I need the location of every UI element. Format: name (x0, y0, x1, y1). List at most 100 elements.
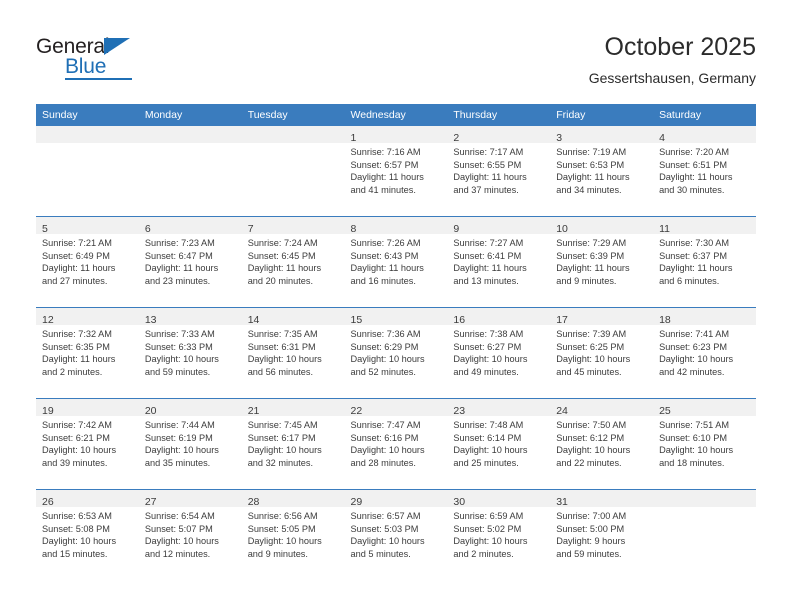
daylight-text-line2: and 59 minutes. (556, 548, 622, 559)
day-details: Sunrise: 7:17 AM Sunset: 6:55 PM Daylight:… (447, 143, 550, 196)
general-blue-logo: General Blue (36, 36, 166, 84)
day-number: 25 (659, 405, 671, 417)
day-number: 7 (247, 223, 254, 235)
daylight-text-line1: Daylight: 11 hours (350, 172, 424, 183)
calendar-day-content: 24 Sunrise: 7:50 AM Sunset: 6:12 PM Dayligh… (550, 399, 654, 489)
calendar-day-cell[interactable]: 26 Sunrise: 6:53 AM Sunset: 5:08 PM Dayligh… (36, 489, 139, 580)
calendar-day-cell[interactable] (241, 126, 345, 217)
day-details: Sunrise: 7:30 AM Sunset: 6:37 PM Daylight:… (653, 234, 756, 287)
day-number: 4 (659, 132, 665, 144)
calendar-day-cell[interactable]: 5 Sunrise: 7:21 AM Sunset: 6:49 PM Daylight… (36, 216, 139, 308)
calendar-day-content: 14 Sunrise: 7:35 AM Sunset: 6:31 PM Dayligh… (241, 308, 345, 398)
calendar-day-cell[interactable]: 22 Sunrise: 7:47 AM Sunset: 6:16 PM Dayligh… (344, 398, 448, 490)
calendar-day-cell[interactable]: 28 Sunrise: 6:56 AM Sunset: 5:05 PM Dayligh… (241, 489, 345, 580)
calendar-day-cell[interactable]: 1 Sunrise: 7:16 AM Sunset: 6:57 PM Daylight… (344, 126, 448, 217)
daylight-text-line1: Daylight: 11 hours (659, 172, 733, 183)
calendar-day-cell[interactable]: 30 Sunrise: 6:59 AM Sunset: 5:02 PM Dayligh… (447, 489, 551, 580)
daylight-text-line1: Daylight: 11 hours (659, 263, 733, 274)
daylight-text-line2: and 25 minutes. (453, 457, 519, 468)
calendar-day-cell[interactable]: 4 Sunrise: 7:20 AM Sunset: 6:51 PM Daylight… (653, 126, 756, 217)
calendar-day-cell[interactable]: 21 Sunrise: 7:45 AM Sunset: 6:17 PM Dayligh… (241, 398, 345, 490)
day-details: Sunrise: 7:29 AM Sunset: 6:39 PM Daylight:… (550, 234, 653, 287)
calendar-day-cell[interactable]: 10 Sunrise: 7:29 AM Sunset: 6:39 PM Dayligh… (550, 216, 654, 308)
day-number-band: 14 (241, 308, 345, 326)
calendar-day-content: 15 Sunrise: 7:36 AM Sunset: 6:29 PM Dayligh… (344, 308, 448, 398)
calendar-day-cell[interactable] (653, 489, 756, 580)
calendar-day-cell[interactable]: 31 Sunrise: 7:00 AM Sunset: 5:00 PM Dayligh… (550, 489, 654, 580)
daylight-text-line1: Daylight: 10 hours (453, 354, 528, 365)
sunset-text: Sunset: 6:10 PM (659, 432, 727, 443)
day-number: 21 (247, 405, 260, 417)
calendar-day-cell[interactable]: 20 Sunrise: 7:44 AM Sunset: 6:19 PM Dayligh… (138, 398, 242, 490)
calendar-day-content: 18 Sunrise: 7:41 AM Sunset: 6:23 PM Dayligh… (653, 308, 756, 398)
calendar-day-cell[interactable]: 14 Sunrise: 7:35 AM Sunset: 6:31 PM Dayligh… (241, 307, 345, 399)
calendar-day-cell[interactable]: 24 Sunrise: 7:50 AM Sunset: 6:12 PM Dayligh… (550, 398, 654, 490)
calendar-day-cell[interactable]: 6 Sunrise: 7:23 AM Sunset: 6:47 PM Daylight… (138, 216, 242, 308)
calendar-day-cell[interactable]: 25 Sunrise: 7:51 AM Sunset: 6:10 PM Dayligh… (653, 398, 756, 490)
calendar-day-cell[interactable]: 18 Sunrise: 7:41 AM Sunset: 6:23 PM Dayligh… (653, 307, 756, 399)
calendar-day-cell[interactable]: 29 Sunrise: 6:57 AM Sunset: 5:03 PM Dayligh… (344, 489, 448, 580)
sunset-text: Sunset: 6:55 PM (453, 159, 522, 170)
calendar-week-row: 19 Sunrise: 7:42 AM Sunset: 6:21 PM Dayligh… (36, 398, 756, 490)
daylight-text-line1: Daylight: 10 hours (350, 536, 425, 547)
sunset-text: Sunset: 5:02 PM (453, 523, 522, 534)
calendar-day-cell[interactable] (36, 126, 139, 217)
title-block: October 2025 Gessertshausen, Germany (589, 32, 756, 88)
calendar-day-cell[interactable]: 9 Sunrise: 7:27 AM Sunset: 6:41 PM Daylight… (447, 216, 551, 308)
daylight-text-line2: and 2 minutes. (453, 548, 514, 559)
daylight-text-line2: and 15 minutes. (42, 548, 108, 559)
day-number-band: 25 (653, 399, 756, 417)
calendar-day-cell[interactable]: 16 Sunrise: 7:38 AM Sunset: 6:27 PM Dayligh… (447, 307, 551, 399)
day-number-band: 16 (447, 308, 551, 326)
calendar-day-content: 11 Sunrise: 7:30 AM Sunset: 6:37 PM Dayligh… (653, 217, 756, 307)
sunrise-text: Sunrise: 7:24 AM (247, 238, 318, 248)
sunrise-text: Sunrise: 7:21 AM (42, 238, 112, 248)
daylight-text-line2: and 41 minutes. (350, 184, 416, 195)
daylight-text-line1: Daylight: 9 hours (556, 536, 626, 547)
calendar-week-row: 5 Sunrise: 7:21 AM Sunset: 6:49 PM Daylight… (36, 216, 756, 308)
calendar-day-cell[interactable]: 11 Sunrise: 7:30 AM Sunset: 6:37 PM Dayligh… (653, 216, 756, 308)
daylight-text-line1: Daylight: 10 hours (556, 445, 631, 456)
calendar-day-cell[interactable]: 27 Sunrise: 6:54 AM Sunset: 5:07 PM Dayligh… (138, 489, 242, 580)
calendar-day-cell[interactable]: 23 Sunrise: 7:48 AM Sunset: 6:14 PM Dayligh… (447, 398, 551, 490)
day-number: 28 (247, 496, 260, 508)
sunrise-text: Sunrise: 7:35 AM (247, 329, 318, 339)
calendar-day-content: 3 Sunrise: 7:19 AM Sunset: 6:53 PM Daylight… (550, 126, 654, 216)
calendar-day-cell[interactable]: 19 Sunrise: 7:42 AM Sunset: 6:21 PM Dayligh… (36, 398, 139, 490)
day-number-band: 19 (36, 399, 139, 417)
logo-text-blue: Blue (65, 55, 107, 78)
sunrise-text: Sunrise: 7:45 AM (247, 420, 318, 430)
calendar-day-cell[interactable]: 2 Sunrise: 7:17 AM Sunset: 6:55 PM Daylight… (447, 126, 551, 217)
calendar-day-cell[interactable]: 12 Sunrise: 7:32 AM Sunset: 6:35 PM Dayligh… (36, 307, 139, 399)
day-details: Sunrise: 6:53 AM Sunset: 5:08 PM Daylight:… (36, 507, 139, 560)
daylight-text-line2: and 56 minutes. (247, 366, 314, 377)
calendar-day-cell[interactable]: 15 Sunrise: 7:36 AM Sunset: 6:29 PM Dayligh… (344, 307, 448, 399)
sunset-text: Sunset: 6:47 PM (144, 250, 213, 261)
day-number: 26 (42, 496, 54, 508)
weekday-header-tuesday: Tuesday (241, 104, 345, 126)
calendar-day-content: 25 Sunrise: 7:51 AM Sunset: 6:10 PM Dayligh… (653, 399, 756, 489)
daylight-text-line1: Daylight: 10 hours (659, 354, 734, 365)
daylight-text-line1: Daylight: 10 hours (42, 536, 117, 547)
calendar-day-cell[interactable]: 13 Sunrise: 7:33 AM Sunset: 6:33 PM Dayligh… (138, 307, 242, 399)
daylight-text-line1: Daylight: 10 hours (659, 445, 734, 456)
page-subtitle: Gessertshausen, Germany (588, 70, 756, 86)
day-number-band (241, 126, 345, 143)
sunrise-text: Sunrise: 6:54 AM (144, 511, 215, 521)
calendar-day-cell[interactable]: 7 Sunrise: 7:24 AM Sunset: 6:45 PM Daylight… (241, 216, 345, 308)
calendar-day-cell[interactable]: 17 Sunrise: 7:39 AM Sunset: 6:25 PM Dayligh… (550, 307, 654, 399)
day-number: 20 (144, 405, 157, 417)
sunrise-text: Sunrise: 7:47 AM (350, 420, 421, 430)
daylight-text-line2: and 42 minutes. (659, 366, 725, 377)
daylight-text-line2: and 49 minutes. (453, 366, 519, 377)
sunset-text: Sunset: 6:39 PM (556, 250, 625, 261)
day-details: Sunrise: 7:38 AM Sunset: 6:27 PM Daylight:… (447, 325, 550, 378)
calendar-day-cell[interactable]: 8 Sunrise: 7:26 AM Sunset: 6:43 PM Daylight… (344, 216, 448, 308)
daylight-text-line1: Daylight: 11 hours (350, 263, 424, 274)
day-details: Sunrise: 7:35 AM Sunset: 6:31 PM Daylight:… (242, 325, 345, 378)
calendar-day-cell[interactable]: 3 Sunrise: 7:19 AM Sunset: 6:53 PM Daylight… (550, 126, 654, 217)
weekday-header-wednesday: Wednesday (344, 104, 448, 126)
calendar-day-cell[interactable] (138, 126, 242, 217)
daylight-text-line2: and 35 minutes. (144, 457, 211, 468)
daylight-text-line2: and 23 minutes. (144, 275, 211, 286)
